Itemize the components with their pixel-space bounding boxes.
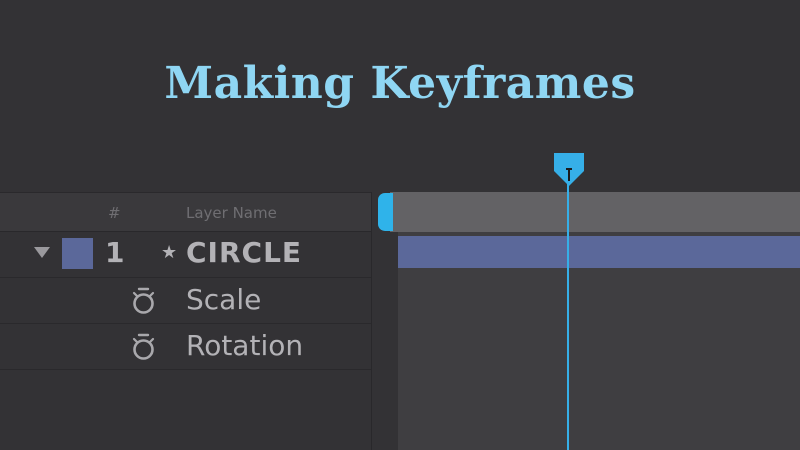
star-icon: ★ — [161, 242, 178, 263]
page-title: Making Keyframes — [164, 58, 636, 109]
playhead-line[interactable] — [567, 170, 569, 450]
layer-color-swatch[interactable] — [62, 238, 93, 269]
timeline-panel[interactable] — [372, 192, 800, 450]
property-row-scale[interactable]: Scale — [0, 278, 371, 324]
property-row-rotation[interactable]: Rotation — [0, 324, 371, 370]
column-header-layer-name[interactable]: Layer Name — [186, 204, 277, 222]
playhead-handle-icon[interactable] — [554, 153, 584, 187]
twirl-down-icon[interactable] — [34, 247, 50, 258]
layer-duration-bar[interactable] — [398, 236, 800, 268]
stopwatch-icon[interactable] — [130, 333, 157, 361]
property-name-scale[interactable]: Scale — [186, 283, 261, 316]
layer-row-circle[interactable]: 1 ★ CIRCLE — [0, 232, 371, 278]
work-area-bar[interactable] — [390, 192, 800, 232]
stopwatch-icon[interactable] — [130, 287, 157, 315]
column-header-number[interactable]: # — [108, 204, 121, 222]
layer-panel: # Layer Name 1 ★ CIRCLE Scale Rotation — [0, 192, 371, 450]
work-area-start-handle[interactable] — [378, 193, 393, 231]
layer-panel-header: # Layer Name — [0, 192, 371, 232]
layer-name[interactable]: CIRCLE — [186, 236, 302, 269]
property-name-rotation[interactable]: Rotation — [186, 329, 303, 362]
layer-number: 1 — [105, 236, 125, 269]
